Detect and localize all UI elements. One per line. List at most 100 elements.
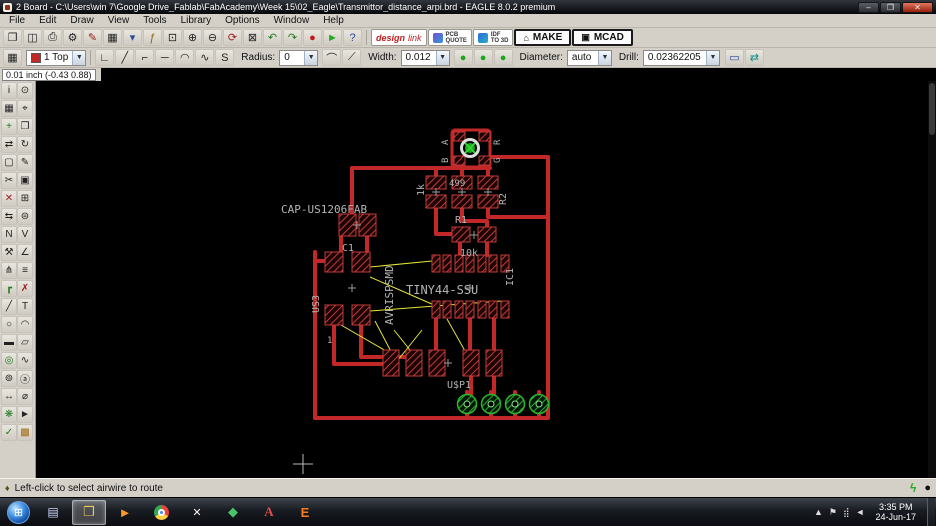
via-tool[interactable]: ◎ [1,352,17,369]
bend-arc-icon[interactable]: ◠ [175,49,195,66]
script-icon[interactable]: ✎ [83,29,102,46]
mirror-tool[interactable]: ⇄ [1,136,17,153]
board-canvas[interactable]: CAP-US1206FAB C1 US3 1 AVRISPSMD TINY44-… [36,81,928,478]
taskbar-app-2[interactable]: ✕ [180,500,214,525]
zoom-out-icon[interactable]: ⊖ [203,29,222,46]
diameter-select[interactable]: auto ▼ [566,49,612,66]
status-bolt-icon[interactable]: ϟ [910,481,916,495]
paste-tool[interactable]: ▣ [17,172,33,189]
circle-tool[interactable]: ○ [1,316,17,333]
add-tool[interactable]: ⊞ [17,190,33,207]
bend-90-icon[interactable]: ∟ [95,49,115,66]
bend-straight-icon[interactable]: ─ [155,49,175,66]
grid-settings-icon[interactable]: ▦ [3,49,22,66]
save-icon[interactable]: ◫ [23,29,42,46]
layer-dropdown-arrow[interactable]: ▼ [72,50,86,65]
menu-edit[interactable]: Edit [32,14,63,28]
vertical-scrollbar[interactable] [928,81,936,478]
minimize-button[interactable]: – [858,1,879,13]
start-button[interactable]: ⊞ [7,500,30,524]
menu-window[interactable]: Window [267,14,317,28]
width-select[interactable]: 0.012 ▼ [400,49,450,66]
arc-tool[interactable]: ◠ [17,316,33,333]
rotate-tool[interactable]: ↻ [17,136,33,153]
ulp-icon[interactable]: ƒ [143,29,162,46]
taskbar-autodesk[interactable]: A [252,500,286,525]
bend-s-icon[interactable]: S [215,49,235,66]
erc-tool[interactable]: ✓ [1,424,17,441]
flag-icon[interactable]: ⚑ [829,507,837,518]
value-tool[interactable]: V [17,226,33,243]
dimension-tool[interactable]: ↔ [1,388,17,405]
miter-straight-icon[interactable]: ⟋ [342,49,362,66]
split-tool[interactable]: ⋔ [1,262,17,279]
show-hidden-icons[interactable]: ▲ [814,507,823,518]
via-round-icon[interactable]: ● [453,49,473,66]
command-input[interactable] [100,68,936,81]
drc-tool[interactable]: ▩ [17,424,33,441]
pinswap-tool[interactable]: ⇆ [1,208,17,225]
bend-corner-icon[interactable]: ⌐ [135,49,155,66]
autoroute-tool[interactable]: ► [17,406,33,423]
taskbar-chrome[interactable] [144,500,178,525]
taskbar-explorer[interactable]: ❒ [72,499,106,525]
attribute-tool[interactable]: ⓐ [17,370,33,387]
maximize-button[interactable]: ❐ [880,1,901,13]
taskbar-app-3[interactable]: ◆ [216,500,250,525]
move-tool[interactable]: + [1,118,17,135]
cam-icon[interactable]: ⚙ [63,29,82,46]
ripup-tool[interactable]: ✗ [17,280,33,297]
zoom-in-icon[interactable]: ⊕ [183,29,202,46]
menu-help[interactable]: Help [316,14,351,28]
bend-45-icon[interactable]: ╱ [115,49,135,66]
bend-free-icon[interactable]: ∿ [195,49,215,66]
text-tool[interactable]: T [17,298,33,315]
taskbar-eagle[interactable]: E [288,500,322,525]
make-button[interactable]: ⌂ MAKE [514,29,572,46]
replace-tool[interactable]: ⊜ [17,208,33,225]
via-square-icon[interactable]: ● [473,49,493,66]
rect-tool[interactable]: ▬ [1,334,17,351]
volume-icon[interactable]: ◄ [856,507,865,518]
cut-tool[interactable]: ✂ [1,172,17,189]
vertical-scrollbar-thumb[interactable] [929,83,935,135]
zoom-fit-icon[interactable]: ⊡ [163,29,182,46]
sheet-icon[interactable]: ▦ [103,29,122,46]
layer-settings-icon[interactable]: ▾ [123,29,142,46]
route-tool[interactable]: ┏ [1,280,17,297]
zoom-redraw-icon[interactable]: ⟳ [223,29,242,46]
go-icon[interactable]: ► [323,29,342,46]
miter-tool[interactable]: ∠ [17,244,33,261]
design-link-button[interactable]: design link [371,29,427,46]
taskbar-media-player[interactable]: ► [108,500,142,525]
menu-library[interactable]: Library [174,14,219,28]
pcb-quote-button[interactable]: PCB QUOTE [427,29,472,46]
copy-tool[interactable]: ❐ [17,118,33,135]
name-tool[interactable]: N [1,226,17,243]
stop-icon[interactable]: ● [303,29,322,46]
menu-view[interactable]: View [101,14,137,28]
close-button[interactable]: ✕ [902,1,933,13]
status-dot-icon[interactable]: ● [924,482,931,494]
print-icon[interactable]: ⎙ [43,29,62,46]
menu-file[interactable]: File [2,14,32,28]
ratsnest-tool[interactable]: ❋ [1,406,17,423]
group-tool[interactable]: ▢ [1,154,17,171]
change-tool[interactable]: ✎ [17,154,33,171]
menu-tools[interactable]: Tools [136,14,173,28]
hole-tool[interactable]: ⊚ [1,370,17,387]
layer-select[interactable]: 1 Top ▼ [26,49,87,66]
network-icon[interactable]: ⣾ [843,507,850,518]
drill-select[interactable]: 0.02362205 ▼ [642,49,720,66]
taskbar-clock[interactable]: 3:35 PM 24-Jun-17 [870,502,921,522]
lock-tool[interactable]: ⌀ [17,388,33,405]
show-tool[interactable]: ⊙ [17,82,33,99]
radius-select[interactable]: 0 ▼ [279,49,319,66]
mcad-button[interactable]: ▣ MCAD [572,29,633,46]
miter-round-icon[interactable]: ⌒ [322,49,342,66]
menu-draw[interactable]: Draw [63,14,100,28]
select-rect-icon[interactable]: ▭ [724,49,744,66]
optimize-tool[interactable]: ≡ [17,262,33,279]
via-octagon-icon[interactable]: ● [493,49,513,66]
display-tool[interactable]: ▦ [1,100,17,117]
